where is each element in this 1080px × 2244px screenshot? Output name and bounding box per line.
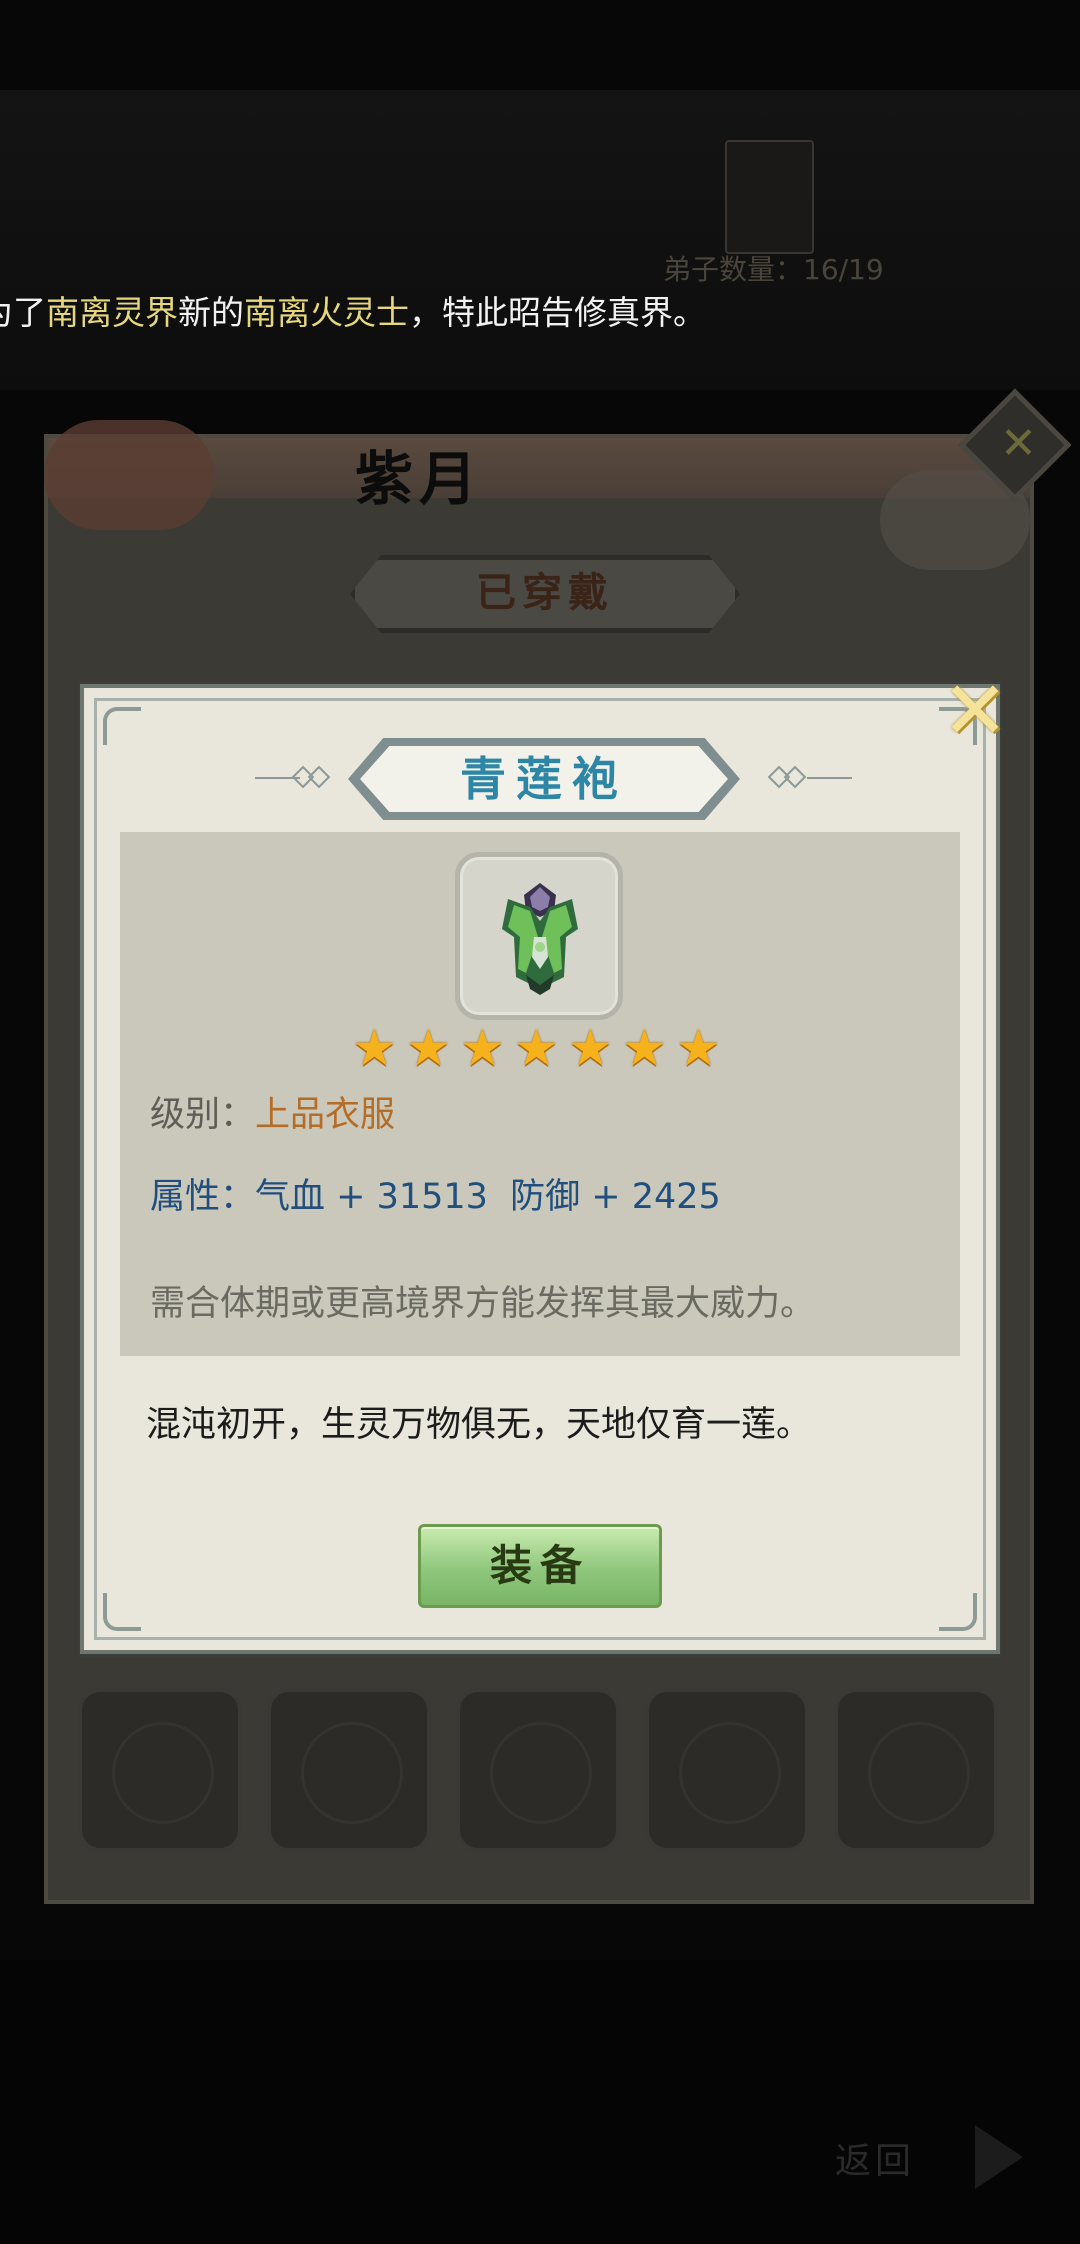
inventory-slots xyxy=(78,1688,998,1852)
announcement-title: 南离火灵士 xyxy=(244,293,409,332)
inventory-slot xyxy=(267,1688,431,1852)
disciple-card-icon xyxy=(725,140,814,254)
title-ornament-left xyxy=(255,765,345,791)
announcement-banner: 为了南离灵界新的南离火灵士，特此昭告修真界。 xyxy=(0,288,706,338)
corner-ornament xyxy=(103,707,141,745)
star-icon: ★ xyxy=(514,1019,559,1077)
item-name: 青莲袍 xyxy=(460,752,628,806)
star-icon: ★ xyxy=(622,1019,667,1077)
star-rating: ★ ★ ★ ★ ★ ★ ★ xyxy=(352,1019,724,1084)
announcement-realm: 南离灵界 xyxy=(46,293,178,332)
inventory-slot xyxy=(834,1688,998,1852)
corner-ornament xyxy=(939,1593,977,1631)
item-level-value: 上品衣服 xyxy=(255,1095,396,1135)
announcement-suffix: ，特此昭告修真界。 xyxy=(409,293,706,332)
item-icon-frame xyxy=(455,852,623,1020)
item-flavor-text: 混沌初开，生灵万物俱无，天地仅育一莲。 xyxy=(146,1405,812,1445)
star-icon: ★ xyxy=(406,1019,451,1077)
inventory-slot xyxy=(78,1688,242,1852)
announcement-prefix: 为了 xyxy=(0,293,46,332)
inventory-slot xyxy=(645,1688,809,1852)
disciple-count: 弟子数量：16/19 xyxy=(663,253,884,286)
green-armor-robe-icon xyxy=(502,883,578,995)
character-name: 紫月 xyxy=(355,445,484,513)
equip-button[interactable]: 装备 xyxy=(418,1524,662,1608)
equipped-tab: 已穿戴 xyxy=(350,555,740,633)
inventory-slot xyxy=(456,1688,620,1852)
star-icon: ★ xyxy=(352,1019,397,1077)
title-ornament-right xyxy=(765,765,855,791)
return-button-label: 返回 xyxy=(835,2141,916,2182)
item-level-label: 级别： xyxy=(150,1095,256,1135)
cloud-decoration xyxy=(44,420,214,530)
announcement-middle: 新的 xyxy=(178,293,244,332)
star-icon: ★ xyxy=(676,1019,721,1077)
item-level-row: 级别：上品衣服 xyxy=(150,1086,395,1137)
close-x-icon[interactable]: ✕ xyxy=(940,671,1010,751)
star-icon: ★ xyxy=(460,1019,505,1077)
return-arrow-icon xyxy=(975,2125,1023,2189)
star-icon: ★ xyxy=(568,1019,613,1077)
item-attributes: 属性：气血 + 31513 防御 + 2425 xyxy=(150,1177,721,1217)
corner-ornament xyxy=(103,1593,141,1631)
background-top-area xyxy=(0,90,1080,390)
item-requirement: 需合体期或更高境界方能发挥其最大威力。 xyxy=(150,1284,816,1324)
bottom-bar xyxy=(0,1960,1080,2244)
